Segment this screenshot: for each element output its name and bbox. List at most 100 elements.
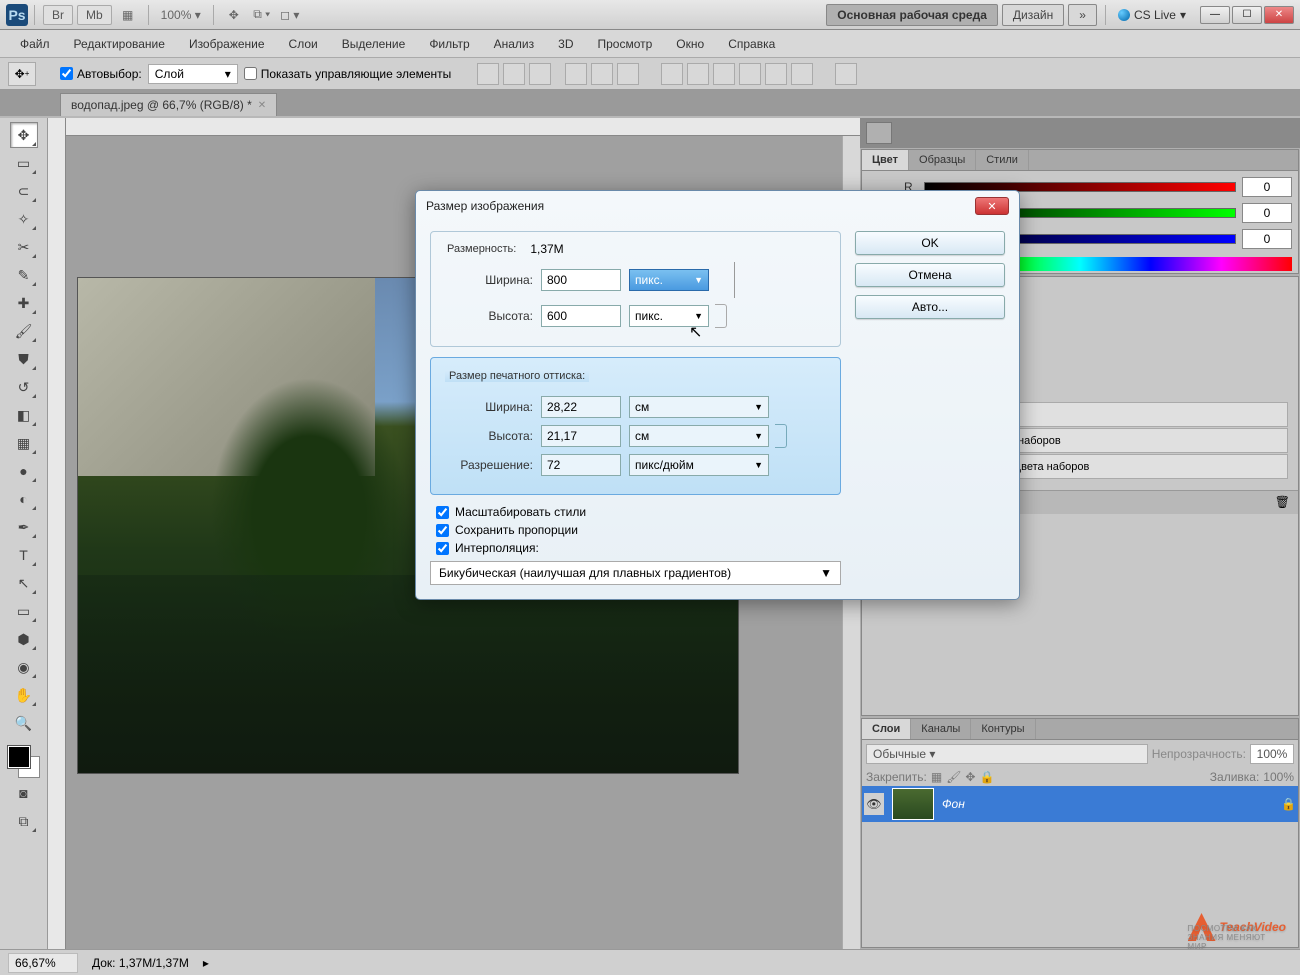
workspace-design[interactable]: Дизайн [1002, 4, 1064, 26]
arrange-docs-icon[interactable]: ⧉ ▾ [250, 4, 274, 26]
menu-filter[interactable]: Фильтр [419, 33, 479, 55]
marquee-tool[interactable]: ▭ [10, 150, 38, 176]
dodge-tool[interactable]: ◐ [10, 486, 38, 512]
lasso-tool[interactable]: ⊂ [10, 178, 38, 204]
align-hcenter-icon[interactable] [591, 63, 613, 85]
distribute-left-icon[interactable] [739, 63, 761, 85]
pixel-height-unit-select[interactable]: пикс.▼ [629, 305, 709, 327]
cancel-button[interactable]: Отмена [855, 263, 1005, 287]
shape-tool[interactable]: ▭ [10, 598, 38, 624]
healing-tool[interactable]: ✚ [10, 290, 38, 316]
tab-styles[interactable]: Стили [976, 150, 1029, 170]
align-left-icon[interactable] [565, 63, 587, 85]
resolution-input[interactable] [541, 454, 621, 476]
crop-tool[interactable]: ✂ [10, 234, 38, 260]
bridge-button[interactable]: Br [43, 5, 73, 25]
3d-tool[interactable]: ⬢ [10, 626, 38, 652]
auto-button[interactable]: Авто... [855, 295, 1005, 319]
status-arrow-icon[interactable]: ▸ [203, 956, 209, 970]
distribute-hcenter-icon[interactable] [765, 63, 787, 85]
lock-all-icon[interactable]: 🔒 [979, 770, 994, 784]
lock-position-icon[interactable]: ✥ [965, 770, 975, 784]
hand-tool-icon[interactable]: ✥ [222, 4, 246, 26]
constrain-proportions-checkbox[interactable]: Сохранить пропорции [436, 523, 841, 537]
window-minimize[interactable]: — [1200, 6, 1230, 24]
print-height-input[interactable] [541, 425, 621, 447]
distribute-vcenter-icon[interactable] [687, 63, 709, 85]
menu-3d[interactable]: 3D [548, 33, 583, 55]
3d-camera-tool[interactable]: ◉ [10, 654, 38, 680]
eraser-tool[interactable]: ◧ [10, 402, 38, 428]
autoselect-checkbox[interactable]: Автовыбор: [60, 67, 142, 81]
status-zoom[interactable]: 66,67% [8, 953, 78, 973]
auto-align-icon[interactable] [835, 63, 857, 85]
show-transform-controls-checkbox[interactable]: Показать управляющие элементы [244, 67, 452, 81]
zoom-combo[interactable]: 100% ▾ [155, 8, 207, 22]
menu-image[interactable]: Изображение [179, 33, 275, 55]
tab-swatches[interactable]: Образцы [909, 150, 976, 170]
r-value[interactable]: 0 [1242, 177, 1292, 197]
distribute-bottom-icon[interactable] [713, 63, 735, 85]
opacity-input[interactable]: 100% [1250, 744, 1294, 764]
menu-edit[interactable]: Редактирование [64, 33, 175, 55]
distribute-right-icon[interactable] [791, 63, 813, 85]
hand-tool[interactable]: ✋ [10, 682, 38, 708]
interpolation-select[interactable]: Бикубическая (наилучшая для плавных град… [430, 561, 841, 585]
print-width-unit-select[interactable]: см▼ [629, 396, 769, 418]
b-value[interactable]: 0 [1242, 229, 1292, 249]
history-brush-tool[interactable]: ↺ [10, 374, 38, 400]
window-maximize[interactable]: ☐ [1232, 6, 1262, 24]
pen-tool[interactable]: ✒ [10, 514, 38, 540]
print-height-unit-select[interactable]: см▼ [629, 425, 769, 447]
g-value[interactable]: 0 [1242, 203, 1292, 223]
view-extras-icon[interactable]: ▦ [116, 4, 140, 26]
blend-mode-select[interactable]: Обычные ▾ [866, 744, 1148, 764]
window-close[interactable]: ✕ [1264, 6, 1294, 24]
workspace-essentials[interactable]: Основная рабочая среда [826, 4, 998, 26]
scale-styles-checkbox[interactable]: Масштабировать стили [436, 505, 841, 519]
autoselect-target-select[interactable]: Слой▾ [148, 64, 238, 84]
fill-input[interactable]: 100% [1263, 770, 1294, 784]
stamp-tool[interactable]: ⛊ [10, 346, 38, 372]
screen-mode-icon[interactable]: ◻ ▾ [278, 4, 302, 26]
menu-analysis[interactable]: Анализ [484, 33, 545, 55]
print-width-input[interactable] [541, 396, 621, 418]
align-right-icon[interactable] [617, 63, 639, 85]
blur-tool[interactable]: ● [10, 458, 38, 484]
path-select-tool[interactable]: ↖ [10, 570, 38, 596]
brush-tool[interactable]: 🖌 [10, 318, 38, 344]
pixel-height-input[interactable] [541, 305, 621, 327]
cslive-menu[interactable]: CS Live ▾ [1112, 8, 1192, 22]
pixel-width-input[interactable] [541, 269, 621, 291]
ok-button[interactable]: OK [855, 231, 1005, 255]
gradient-tool[interactable]: ▦ [10, 430, 38, 456]
lock-pixels-icon[interactable]: 🖌 [946, 770, 961, 784]
minibridge-button[interactable]: Mb [77, 5, 112, 25]
menu-select[interactable]: Выделение [332, 33, 416, 55]
quick-mask-icon[interactable]: ◙ [10, 780, 38, 806]
align-top-icon[interactable] [477, 63, 499, 85]
tab-layers[interactable]: Слои [862, 719, 911, 739]
resolution-unit-select[interactable]: пикс/дюйм▼ [629, 454, 769, 476]
align-bottom-icon[interactable] [529, 63, 551, 85]
tab-paths[interactable]: Контуры [971, 719, 1035, 739]
layer-visibility-icon[interactable]: 👁 [864, 793, 884, 815]
tab-channels[interactable]: Каналы [911, 719, 971, 739]
pixel-width-unit-select[interactable]: пикс.▼ [629, 269, 709, 291]
menu-help[interactable]: Справка [718, 33, 785, 55]
type-tool[interactable]: T [10, 542, 38, 568]
magic-wand-tool[interactable]: ✧ [10, 206, 38, 232]
distribute-top-icon[interactable] [661, 63, 683, 85]
close-tab-icon[interactable]: ✕ [258, 100, 266, 111]
zoom-tool[interactable]: 🔍 [10, 710, 38, 736]
menu-layer[interactable]: Слои [279, 33, 328, 55]
adj-trash-icon[interactable]: 🗑 [1275, 495, 1290, 510]
dialog-close-button[interactable]: ✕ [975, 197, 1009, 215]
document-tab[interactable]: водопад.jpeg @ 66,7% (RGB/8) * ✕ [60, 93, 277, 116]
align-vcenter-icon[interactable] [503, 63, 525, 85]
screen-mode-cycle-icon[interactable]: ⧉ [10, 808, 38, 834]
minibridge-panel-icon[interactable] [866, 122, 892, 144]
menu-view[interactable]: Просмотр [587, 33, 662, 55]
resample-checkbox[interactable]: Интерполяция: [436, 541, 841, 555]
fg-color-swatch[interactable] [8, 746, 30, 768]
